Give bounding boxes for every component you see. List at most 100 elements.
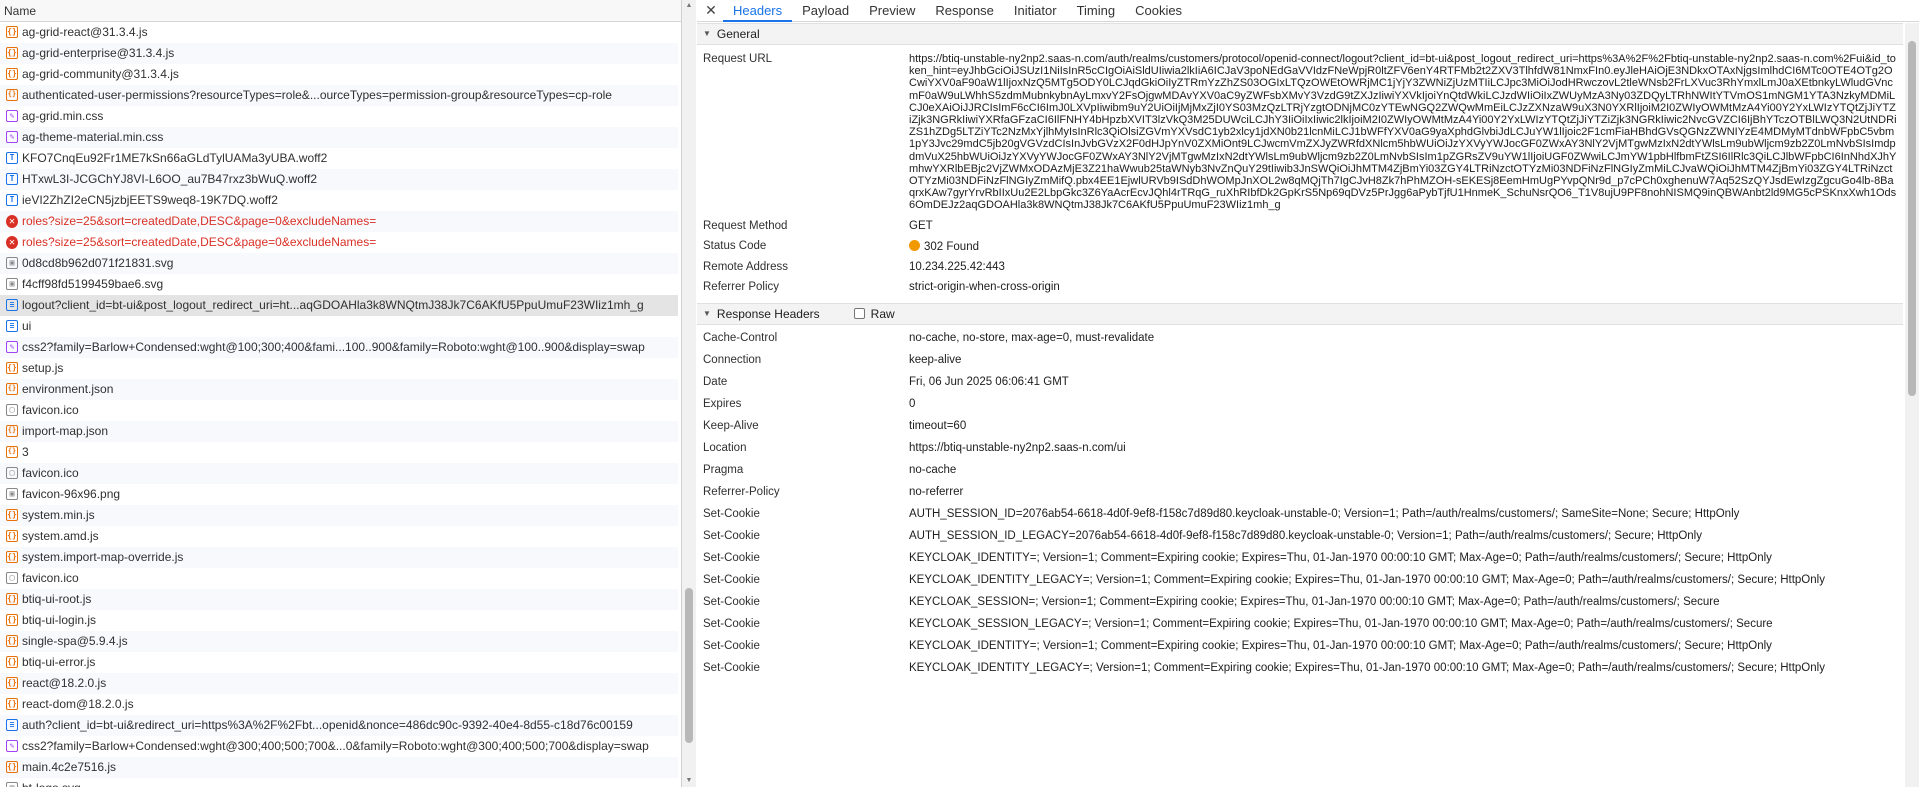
response-header-row: Set-Cookie KEYCLOAK_IDENTITY_LEGACY=; Ver… [697,657,1903,679]
request-row[interactable]: {} import-map.json [0,421,678,442]
js-file-icon: {} [6,677,18,689]
request-row[interactable]: {} react@18.2.0.js [0,673,678,694]
request-row[interactable]: {} authenticated-user-permissions?resourc… [0,85,678,106]
tab-response[interactable]: Response [925,0,1004,21]
js-file-icon: {} [6,26,18,38]
referrer-policy-label: Referrer Policy [703,280,780,293]
request-row[interactable]: {} btiq-ui-login.js [0,610,678,631]
js-file-icon: {} [6,551,18,563]
request-row[interactable]: ✎ css2?family=Barlow+Condensed:wght@100;3… [0,337,678,358]
scrollbar-thumb[interactable] [1908,41,1916,396]
response-header-row: Expires 0 [697,393,1903,415]
tab-preview[interactable]: Preview [859,0,925,21]
request-method-value: GET [909,219,933,232]
request-row[interactable]: ▢ favicon.ico [0,568,678,589]
request-row[interactable]: ▣ bt-logo.svg [0,778,678,787]
request-row[interactable]: {} btiq-ui-error.js [0,652,678,673]
tab-cookies[interactable]: Cookies [1125,0,1192,21]
header-value: KEYCLOAK_IDENTITY=; Version=1; Comment=E… [909,551,1772,564]
request-row[interactable]: {} ag-grid-react@31.3.4.js [0,22,678,43]
request-url-label: Request URL [703,53,773,65]
request-row[interactable]: {} system.min.js [0,505,678,526]
request-name: ag-grid-react@31.3.4.js [22,24,148,39]
request-row[interactable]: TieVI2ZhZI2eCN5jzbjEETS9weq8-19K7DQ.woff… [0,190,678,211]
response-headers-section-header[interactable]: ▼ Response Headers Raw [697,302,1903,325]
header-value: https://btiq-unstable-ny2np2.saas-n.com/… [909,441,1126,454]
request-row[interactable]: ✎ css2?family=Barlow+Condensed:wght@300;4… [0,736,678,757]
request-row[interactable]: {} environment.json [0,379,678,400]
request-row[interactable]: ≡ logout?client_id=bt-ui&post_logout_redi… [0,295,678,316]
json-file-icon: {} [6,383,18,395]
request-row[interactable]: {} btiq-ui-root.js [0,589,678,610]
request-name: 3 [22,444,29,459]
request-name: favicon.ico [22,402,79,417]
request-row[interactable]: {} 3 [0,442,678,463]
request-row[interactable]: {} ag-grid-community@31.3.4.js [0,64,678,85]
request-row[interactable]: {} main.4c2e7516.js [0,757,678,778]
response-header-row: Keep-Alive timeout=60 [697,415,1903,437]
request-row[interactable]: {} react-dom@18.2.0.js [0,694,678,715]
request-row[interactable]: {} ag-grid-enterprise@31.3.4.js [0,43,678,64]
status-dot-icon [909,239,920,251]
close-icon[interactable]: ✕ [699,0,723,21]
general-section-header[interactable]: ▼ General [697,23,1903,45]
request-name: system.amd.js [22,528,99,543]
request-row[interactable]: ✕ roles?size=25&sort=createdDate,DESC&pag… [0,232,678,253]
error-file-icon: ✕ [6,235,18,249]
general-section-title: General [716,27,760,41]
request-name: import-map.json [22,423,109,438]
expand-triangle-icon[interactable]: ▼ [703,303,711,325]
request-list-scrollbar[interactable]: ▲ ▼ [682,0,696,787]
request-row[interactable]: ▢ favicon.ico [0,400,678,421]
doc-file-icon: ≡ [6,320,18,332]
request-name: auth?client_id=bt-ui&redirect_uri=https%… [22,717,633,732]
request-name: react-dom@18.2.0.js [22,696,134,711]
request-method-row: Request Method GET [697,216,1903,236]
raw-label: Raw [870,306,895,321]
scrollbar-thumb[interactable] [685,588,693,743]
tab-timing[interactable]: Timing [1067,0,1126,21]
header-name: Date [703,375,728,388]
tab-initiator[interactable]: Initiator [1004,0,1067,21]
css-file-icon: ✎ [6,131,18,143]
scroll-down-arrow-icon[interactable]: ▼ [685,777,693,785]
raw-checkbox[interactable] [853,308,865,320]
request-row[interactable]: ▣ f4cff98fd5199459bae6.svg [0,274,678,295]
request-row[interactable]: {} setup.js [0,358,678,379]
tab-headers[interactable]: Headers [723,0,793,22]
request-name: 0d8cd8b962d071f21831.svg [22,255,174,270]
request-row[interactable]: ▣ favicon-96x96.png [0,484,678,505]
scroll-up-arrow-icon[interactable]: ▲ [685,2,693,10]
request-row[interactable]: {} system.amd.js [0,526,678,547]
name-column-header[interactable]: Name [0,0,681,22]
request-row[interactable]: ✕ roles?size=25&sort=createdDate,DESC&pag… [0,211,678,232]
request-row[interactable]: {} system.import-map-override.js [0,547,678,568]
request-row[interactable]: T KFO7CnqEu92Fr1ME7kSn66aGLdTylUAMa3yUBA.… [0,148,678,169]
response-header-row: Cache-Control no-cache, no-store, max-age… [697,327,1903,349]
response-header-row: Date Fri, 06 Jun 2025 06:06:41 GMT [697,371,1903,393]
raw-toggle[interactable]: Raw [853,303,895,325]
details-scrollbar[interactable] [1905,23,1919,787]
css-file-icon: ✎ [6,740,18,752]
tab-payload[interactable]: Payload [792,0,859,21]
request-row[interactable]: T HTxwL3I-JCGChYJ8VI-L6OO_au7B47rxz3bWuQ.… [0,169,678,190]
expand-triangle-icon[interactable]: ▼ [703,23,711,45]
request-name: HTxwL3I-JCGChYJ8VI-L6OO_au7B47rxz3bWuQ.w… [22,171,318,186]
response-header-row: Set-Cookie KEYCLOAK_IDENTITY=; Version=1;… [697,635,1903,657]
request-name: btiq-ui-root.js [22,591,92,606]
request-name: roles?size=25&sort=createdDate,DESC&page… [22,234,377,249]
response-header-row: Set-Cookie KEYCLOAK_IDENTITY_LEGACY=; Ver… [697,569,1903,591]
js-file-icon: {} [6,593,18,605]
request-row[interactable]: ▣ 0d8cd8b962d071f21831.svg [0,253,678,274]
request-row[interactable]: ✎ ag-grid.min.css [0,106,678,127]
request-name: favicon.ico [22,465,79,480]
request-name: css2?family=Barlow+Condensed:wght@100;30… [22,339,645,354]
request-row[interactable]: ▢ favicon.ico [0,463,678,484]
doc-file-icon: ≡ [6,719,18,731]
header-name: Expires [703,397,742,410]
request-row[interactable]: ≡ auth?client_id=bt-ui&redirect_uri=https… [0,715,678,736]
request-name: setup.js [22,360,64,375]
request-row[interactable]: {} single-spa@5.9.4.js [0,631,678,652]
request-row[interactable]: ≡ ui [0,316,678,337]
request-row[interactable]: ✎ ag-theme-material.min.css [0,127,678,148]
